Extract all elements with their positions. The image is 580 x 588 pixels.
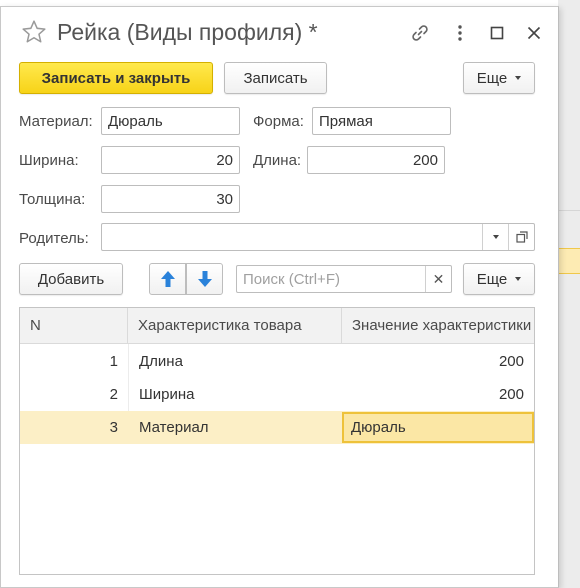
length-field[interactable]: 200 <box>307 146 445 174</box>
close-icon[interactable] <box>523 22 545 44</box>
search-input[interactable]: Поиск (Ctrl+F) ✕ <box>236 265 452 293</box>
background-selected-row <box>558 248 580 274</box>
column-header-value[interactable]: Значение характеристики <box>342 308 534 344</box>
arrow-up-icon <box>160 271 175 287</box>
table-more-button-label: Еще <box>476 270 508 288</box>
background-window <box>558 0 580 588</box>
open-window-icon <box>515 231 528 243</box>
material-label: Материал: <box>19 113 93 130</box>
parent-field[interactable] <box>101 223 535 251</box>
row-number: 1 <box>109 353 118 370</box>
more-button[interactable]: Еще <box>463 62 535 94</box>
chevron-down-icon <box>492 235 499 239</box>
search-placeholder: Поиск (Ctrl+F) <box>243 271 340 288</box>
dialog-window: Рейка (Виды профиля) * Записать и закрыт… <box>0 6 559 588</box>
move-up-button[interactable] <box>149 263 186 295</box>
row-number: 2 <box>109 386 118 403</box>
favorite-star-icon[interactable] <box>21 19 47 45</box>
move-down-button[interactable] <box>186 263 223 295</box>
arrow-down-icon <box>197 271 212 287</box>
value-cell: 200 <box>498 386 524 403</box>
save-and-close-button[interactable]: Записать и закрыть <box>19 62 213 94</box>
material-field[interactable]: Дюраль <box>101 107 240 135</box>
characteristic-cell: Ширина <box>139 386 195 403</box>
table-row[interactable]: 1 Длина 200 <box>20 345 534 378</box>
clear-search-icon[interactable]: ✕ <box>425 266 451 292</box>
table-row-selected[interactable]: 3 Материал Дюраль <box>20 411 534 444</box>
width-label: Ширина: <box>19 152 79 169</box>
save-button[interactable]: Записать <box>224 62 327 94</box>
characteristics-table: N Характеристика товара Значение характе… <box>19 307 535 575</box>
parent-open-button[interactable] <box>508 224 534 250</box>
shape-label: Форма: <box>253 113 304 130</box>
shape-field[interactable]: Прямая <box>312 107 451 135</box>
thickness-label: Толщина: <box>19 191 86 208</box>
characteristic-cell: Длина <box>139 353 183 370</box>
width-field[interactable]: 20 <box>101 146 240 174</box>
table-row[interactable]: 2 Ширина 200 <box>20 378 534 411</box>
add-row-button[interactable]: Добавить <box>19 263 123 295</box>
parent-dropdown-button[interactable] <box>482 224 508 250</box>
more-button-label: Еще <box>476 69 508 87</box>
column-header-characteristic[interactable]: Характеристика товара <box>128 308 342 344</box>
table-header: N Характеристика товара Значение характе… <box>20 308 534 344</box>
thickness-field[interactable]: 30 <box>101 185 240 213</box>
chevron-down-icon <box>515 277 522 281</box>
window-title: Рейка (Виды профиля) * <box>57 19 318 45</box>
table-more-button[interactable]: Еще <box>463 263 535 295</box>
length-label: Длина: <box>253 152 302 169</box>
link-icon[interactable] <box>409 22 431 44</box>
parent-label: Родитель: <box>19 230 89 247</box>
more-menu-icon[interactable] <box>449 22 471 44</box>
value-cell-editing[interactable]: Дюраль <box>342 412 534 443</box>
title-bar: Рейка (Виды профиля) * <box>1 7 558 59</box>
column-header-n[interactable]: N <box>20 308 128 344</box>
characteristic-cell: Материал <box>139 419 209 436</box>
maximize-icon[interactable] <box>486 22 508 44</box>
background-divider <box>558 210 580 211</box>
row-number: 3 <box>109 419 118 436</box>
chevron-down-icon <box>515 76 522 80</box>
value-cell: 200 <box>498 353 524 370</box>
